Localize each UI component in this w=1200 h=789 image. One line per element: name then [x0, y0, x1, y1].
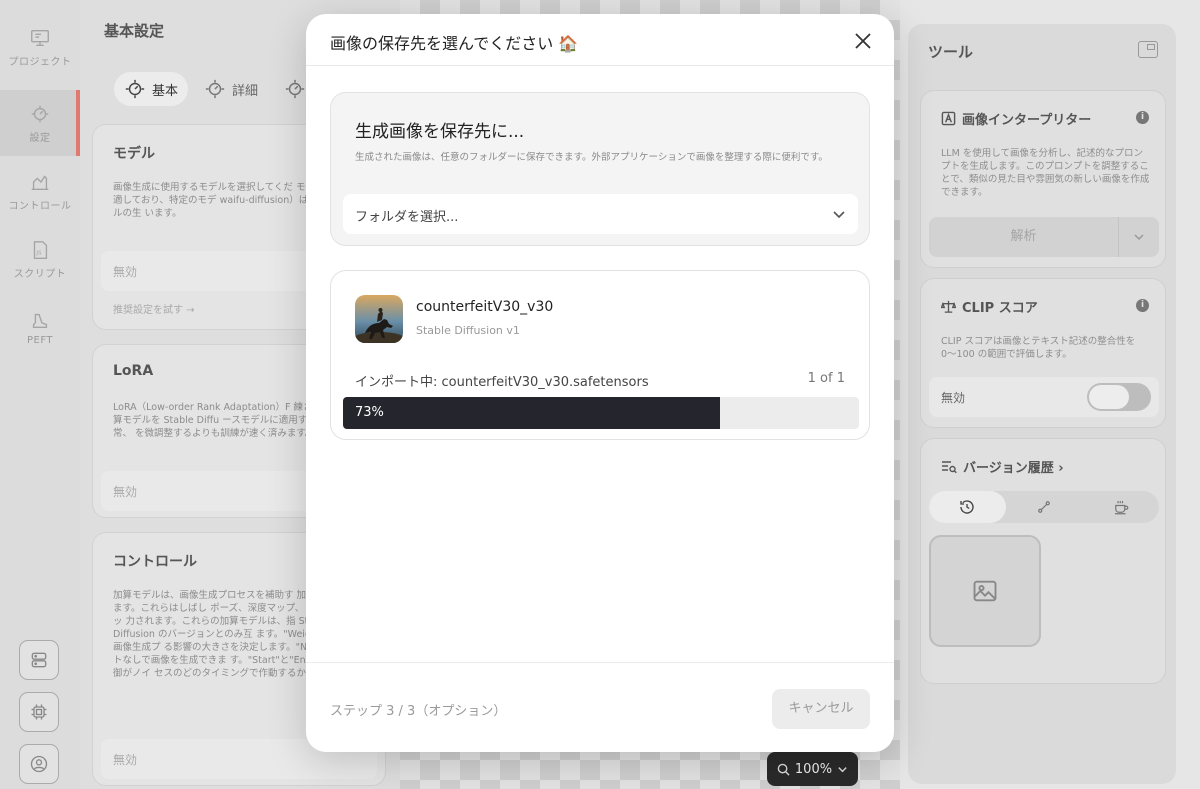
info-icon[interactable]: i — [1136, 299, 1149, 312]
import-progress-bar: 73% — [343, 397, 859, 429]
dial-icon — [125, 79, 145, 99]
chevron-down-icon — [838, 766, 847, 772]
history-title: バージョン履歴 › — [963, 461, 1064, 476]
rail-item-control[interactable]: コントロール — [0, 158, 80, 224]
progress-percent: 73% — [355, 405, 384, 420]
progress-fill — [343, 397, 720, 429]
clip-toggle-row: 無効 — [929, 377, 1159, 417]
analyze-button-group: 解析 — [929, 217, 1159, 257]
import-count: 1 of 1 — [807, 371, 845, 386]
branch-icon — [1038, 501, 1050, 513]
tools-title: ツール — [928, 43, 974, 61]
cancel-button[interactable]: キャンセル — [772, 689, 870, 729]
settings-tabs: 基本 詳細 — [114, 72, 316, 106]
close-icon[interactable] — [852, 30, 874, 52]
history-tabs — [929, 491, 1159, 523]
interpreter-title: 画像インタープリター — [962, 113, 1092, 128]
rail-label: コントロール — [8, 200, 72, 212]
project-icon — [31, 29, 49, 46]
script-icon: JS — [33, 240, 48, 259]
save-destination-dialog: 画像の保存先を選んでください 🏠 生成画像を保存先に... 生成された画像は、任… — [306, 14, 894, 752]
zoom-level: 100% — [794, 761, 833, 777]
destination-card: 生成画像を保存先に... 生成された画像は、任意のフォルダーに保存できます。外部… — [330, 92, 870, 246]
dial-icon — [285, 79, 305, 99]
chevron-down-icon — [833, 211, 845, 219]
step-indicator: ステップ 3 / 3（オプション） — [330, 704, 507, 719]
destination-title: 生成画像を保存先に... — [355, 122, 525, 142]
folder-select-placeholder: フォルダを選択... — [355, 210, 459, 225]
tools-panel: ツール 画像インタープリター i LLM を使用して画像を分析し、記述的なプロン… — [908, 24, 1176, 784]
rail-item-settings[interactable]: 設定 — [0, 90, 80, 156]
clip-heading: CLIP スコア — [941, 297, 1038, 316]
tab-branch[interactable] — [1006, 491, 1083, 523]
control-icon — [31, 174, 49, 190]
dialog-header: 画像の保存先を選んでください 🏠 — [306, 14, 894, 66]
account-button[interactable] — [19, 744, 59, 784]
rail-label: プロジェクト — [8, 56, 72, 68]
model-thumbnail — [355, 295, 403, 343]
rail-label: 設定 — [29, 132, 51, 144]
import-status: インポート中: counterfeitV30_v30.safetensors — [355, 375, 649, 390]
server-button[interactable] — [19, 640, 59, 680]
scale-icon — [941, 300, 956, 313]
chip-button[interactable] — [19, 692, 59, 732]
tab-basic[interactable]: 基本 — [114, 72, 189, 106]
rail-item-project[interactable]: プロジェクト — [0, 14, 80, 80]
dialog-footer: ステップ 3 / 3（オプション） キャンセル — [306, 662, 894, 752]
clip-title: CLIP スコア — [962, 301, 1038, 316]
model-type: Stable Diffusion v1 — [416, 324, 520, 337]
search-icon — [777, 763, 790, 776]
analyze-dropdown[interactable] — [1119, 217, 1159, 257]
coffee-icon — [1114, 501, 1128, 515]
settings-icon — [31, 105, 49, 122]
panel-toggle-icon[interactable] — [1138, 41, 1158, 58]
chevron-down-icon — [1134, 234, 1144, 241]
dialog-title: 画像の保存先を選んでください 🏠 — [330, 34, 579, 53]
rail-item-peft[interactable]: PEFT — [0, 294, 80, 360]
destination-description: 生成された画像は、任意のフォルダーに保存できます。外部アプリケーションで画像を整… — [355, 152, 828, 163]
rail-label: PEFT — [26, 334, 54, 346]
tab-coffee[interactable] — [1082, 491, 1159, 523]
history-list-icon — [942, 460, 957, 473]
import-card: counterfeitV30_v30 Stable Diffusion v1 イ… — [330, 270, 870, 440]
nav-rail: プロジェクト 設定 コントロール JS スクリプト PEFT — [0, 0, 80, 789]
history-heading[interactable]: バージョン履歴 › — [941, 457, 1064, 476]
interpreter-heading: 画像インタープリター — [941, 109, 1091, 128]
analyze-button[interactable]: 解析 — [929, 217, 1119, 257]
control-title: コントロール — [113, 554, 197, 570]
tab-label: 詳細 — [232, 83, 259, 99]
model-name: counterfeitV30_v30 — [416, 299, 554, 315]
version-history-card: バージョン履歴 › — [920, 438, 1166, 684]
image-interpreter-card: 画像インタープリター i LLM を使用して画像を分析し、記述的なプロンプトを生… — [920, 90, 1166, 268]
dial-icon — [205, 79, 225, 99]
text-a-icon — [941, 111, 956, 126]
clip-toggle[interactable] — [1087, 383, 1151, 411]
peft-icon — [32, 313, 48, 328]
clip-description: CLIP スコアは画像とテキスト記述の整合性を 0〜100 の範囲で評価します。 — [941, 336, 1136, 360]
model-title: モデル — [113, 146, 155, 162]
version-thumbnail[interactable] — [929, 535, 1041, 647]
info-icon[interactable]: i — [1136, 111, 1149, 124]
lora-title: LoRA — [113, 363, 154, 379]
server-icon — [31, 652, 47, 668]
interpreter-description: LLM を使用して画像を分析し、記述的なプロンプトを生成します。このプロンプトを… — [941, 148, 1150, 198]
tab-advanced[interactable]: 詳細 — [194, 72, 268, 106]
image-placeholder-icon — [973, 580, 997, 602]
history-icon — [960, 500, 974, 514]
clip-toggle-label: 無効 — [941, 391, 966, 405]
settings-title: 基本設定 — [104, 22, 165, 40]
recommended-settings-link[interactable]: 推奨設定を試す → — [113, 301, 195, 316]
rail-label: スクリプト — [13, 268, 67, 280]
tab-history[interactable] — [929, 491, 1006, 523]
svg-text:JS: JS — [35, 250, 42, 256]
clip-score-card: CLIP スコア i CLIP スコアは画像とテキスト記述の整合性を 0〜100… — [920, 278, 1166, 428]
tab-label: 基本 — [152, 83, 179, 99]
chip-icon — [31, 704, 47, 720]
rail-item-script[interactable]: JS スクリプト — [0, 226, 80, 292]
account-icon — [30, 755, 48, 773]
folder-select[interactable]: フォルダを選択... — [343, 194, 858, 234]
zoom-control[interactable]: 100% — [767, 752, 858, 786]
